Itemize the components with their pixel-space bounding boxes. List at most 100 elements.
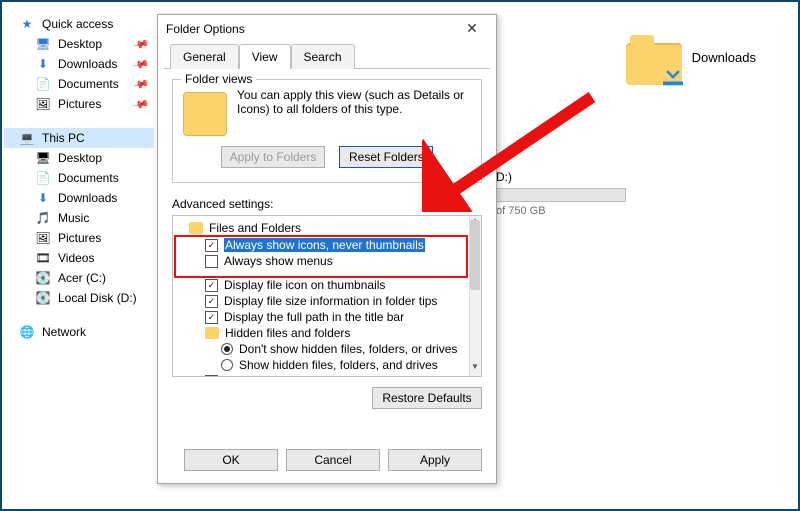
root-label: Files and Folders [209,221,301,235]
sidebar-qa-desktop[interactable]: 🖥 Desktop 📌 [4,34,154,54]
opt-hide-empty-drives[interactable]: Hide empty drives [175,373,467,377]
sidebar-network[interactable]: 🌐 Network [4,322,154,342]
monitor-icon: 🖥 [34,151,52,165]
sidebar-pc-local-d[interactable]: 💽Local Disk (D:) [4,288,154,308]
opt-dont-show-hidden[interactable]: Don't show hidden files, folders, or dri… [175,341,467,357]
sidebar-quick-access[interactable]: ★ Quick access [4,14,154,34]
star-icon: ★ [18,17,36,31]
close-button[interactable]: ✕ [456,19,488,39]
qa-desktop-label: Desktop [58,37,102,51]
picture-icon: 🖼 [34,231,52,245]
disk-icon: 💽 [34,271,52,285]
scroll-down-icon[interactable]: ▼ [469,362,481,376]
download-icon: ⬇ [34,191,52,205]
opt-full-path-label: Display the full path in the title bar [224,310,404,324]
dialog-footer: OK Cancel Apply [158,439,496,483]
this-pc-label: This PC [42,131,85,145]
qa-pictures-label: Pictures [58,97,101,111]
sidebar-pc-pictures[interactable]: 🖼Pictures [4,228,154,248]
apply-to-folders-button[interactable]: Apply to Folders [221,146,326,168]
pc-documents-label: Documents [58,171,119,185]
sidebar-pc-music[interactable]: 🎵Music [4,208,154,228]
pin-icon: 📌 [132,75,150,93]
pin-icon: 📌 [132,35,150,53]
highlighted-setting-box: Always show icons, never thumbnails Alwa… [175,236,467,277]
tab-search[interactable]: Search [291,44,355,69]
opt-show-hidden[interactable]: Show hidden files, folders, and drives [175,357,467,373]
folder-views-legend: Folder views [181,72,256,86]
radio-on-icon[interactable] [221,343,233,355]
pc-downloads-label: Downloads [58,191,117,205]
downloads-folder-label: Downloads [692,50,756,65]
opt-always-show-icons[interactable]: Always show icons, never thumbnails [175,237,467,253]
downloads-folder-item[interactable]: Downloads [626,29,756,85]
pc-videos-label: Videos [58,251,94,265]
music-icon: 🎵 [34,211,52,225]
tree-hidden-files-group[interactable]: Hidden files and folders [175,325,467,341]
pin-icon: 📌 [132,95,150,113]
qa-downloads-label: Downloads [58,57,117,71]
download-icon: ⬇ [34,57,52,71]
tree-root-files-folders[interactable]: Files and Folders [175,220,467,236]
sidebar-qa-documents[interactable]: 📄 Documents 📌 [4,74,154,94]
checkbox-on-icon[interactable] [205,295,218,308]
monitor-icon: 🖥 [34,37,52,51]
sidebar-pc-downloads[interactable]: ⬇ Downloads [4,188,154,208]
folder-views-icon [183,92,227,136]
opt-file-size-label: Display file size information in folder … [224,294,437,308]
checkbox-on-icon[interactable] [205,311,218,324]
pc-icon: 💻 [18,131,36,145]
tab-general[interactable]: General [170,44,239,69]
sidebar-this-pc[interactable]: 💻 This PC [4,128,154,148]
dialog-titlebar[interactable]: Folder Options ✕ [158,15,496,43]
navigation-pane: ★ Quick access 🖥 Desktop 📌 ⬇ Downloads 📌… [4,4,154,507]
network-icon: 🌐 [18,325,36,339]
folder-options-dialog: Folder Options ✕ General View Search Fol… [157,14,497,484]
scroll-thumb[interactable] [470,220,480,290]
checkbox-on-icon[interactable] [205,375,218,378]
opt-file-size-tips[interactable]: Display file size information in folder … [175,293,467,309]
picture-icon: 🖼 [34,97,52,111]
opt-file-icon-thumb[interactable]: Display file icon on thumbnails [175,277,467,293]
folder-icon [189,222,203,234]
opt-full-path-title[interactable]: Display the full path in the title bar [175,309,467,325]
tree-scrollbar[interactable]: ▲ ▼ [469,216,481,376]
pc-desktop-label: Desktop [58,151,102,165]
sidebar-pc-documents[interactable]: 📄Documents [4,168,154,188]
opt-always-icons-label: Always show icons, never thumbnails [224,238,425,252]
disk-d-label: D:) [496,170,646,184]
qa-documents-label: Documents [58,77,119,91]
folder-icon [205,327,219,339]
restore-defaults-button[interactable]: Restore Defaults [372,387,482,409]
cancel-button[interactable]: Cancel [286,449,380,471]
checkbox-on-icon[interactable] [205,239,218,252]
sidebar-qa-downloads[interactable]: ⬇ Downloads 📌 [4,54,154,74]
pin-icon: 📌 [132,55,150,73]
reset-folders-button[interactable]: Reset Folders [339,146,433,168]
document-icon: 📄 [34,77,52,91]
opt-dont-show-label: Don't show hidden files, folders, or dri… [239,342,457,356]
dialog-tabs: General View Search [164,43,490,69]
tab-view[interactable]: View [239,44,291,69]
radio-off-icon[interactable] [221,359,233,371]
checkbox-on-icon[interactable] [205,279,218,292]
sidebar-qa-pictures[interactable]: 🖼 Pictures 📌 [4,94,154,114]
folder-views-description: You can apply this view (such as Details… [237,88,471,116]
dialog-title: Folder Options [166,22,245,36]
folder-download-icon [626,29,682,85]
network-label: Network [42,325,86,339]
opt-file-icon-label: Display file icon on thumbnails [224,278,385,292]
hidden-group-label: Hidden files and folders [225,326,350,340]
ok-button[interactable]: OK [184,449,278,471]
sidebar-pc-desktop[interactable]: 🖥 Desktop [4,148,154,168]
disk-d-entry[interactable]: D:) of 750 GB [496,170,646,217]
opt-show-hidden-label: Show hidden files, folders, and drives [239,358,438,372]
sidebar-pc-acer-c[interactable]: 💽Acer (C:) [4,268,154,288]
checkbox-off-icon[interactable] [205,255,218,268]
dialog-body: Folder views You can apply this view (su… [158,69,496,439]
opt-always-menus-label: Always show menus [224,254,333,268]
opt-always-show-menus[interactable]: Always show menus [175,253,467,269]
advanced-settings-tree[interactable]: Files and Folders Always show icons, nev… [172,215,482,377]
sidebar-pc-videos[interactable]: 🎞Videos [4,248,154,268]
apply-button[interactable]: Apply [388,449,482,471]
